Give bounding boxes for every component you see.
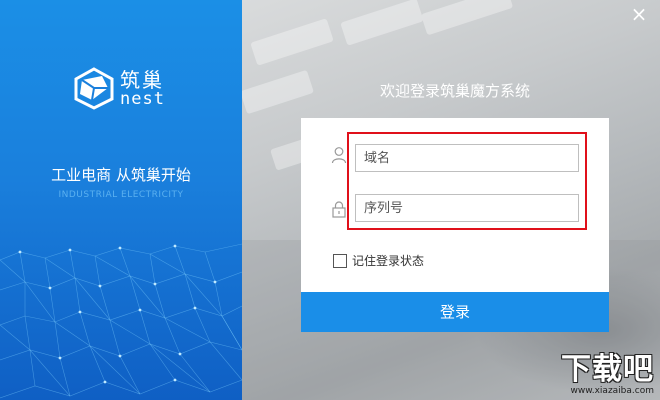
welcome-title: 欢迎登录筑巢魔方系统 [379,82,530,100]
cube-logo-icon [74,67,114,110]
slogan-en: INDUSTRIAL ELECTRICITY [58,190,184,200]
brand-name-en: nest [120,88,165,109]
close-button[interactable]: × [628,4,650,26]
watermark-logo: 下载吧 [561,352,654,387]
remember-label: 记住登录状态 [352,254,425,268]
remember-login-toggle[interactable]: 记住登录状态 [333,252,424,269]
highlight-frame [347,132,587,230]
remember-checkbox[interactable] [333,253,347,268]
brand-name-cn: 筑巢 [120,67,164,92]
close-icon: × [630,2,648,26]
lock-icon [332,201,346,218]
slogan: 工业电商 从筑巢开始 [51,166,191,184]
user-icon [331,147,347,164]
watermark-url: www.xiazaiba.com [570,386,654,396]
brand-logo: 筑巢 nest [72,66,165,110]
login-card: 记住登录状态 登录 [301,118,609,332]
network-mesh-graphic [0,243,242,399]
brand-panel: 筑巢 nest 工业电商 从筑巢开始 INDUSTRIAL ELECTRICIT… [0,0,242,400]
login-button[interactable]: 登录 [301,292,609,332]
watermark: 下载吧 www.xiazaiba.com [561,352,654,397]
